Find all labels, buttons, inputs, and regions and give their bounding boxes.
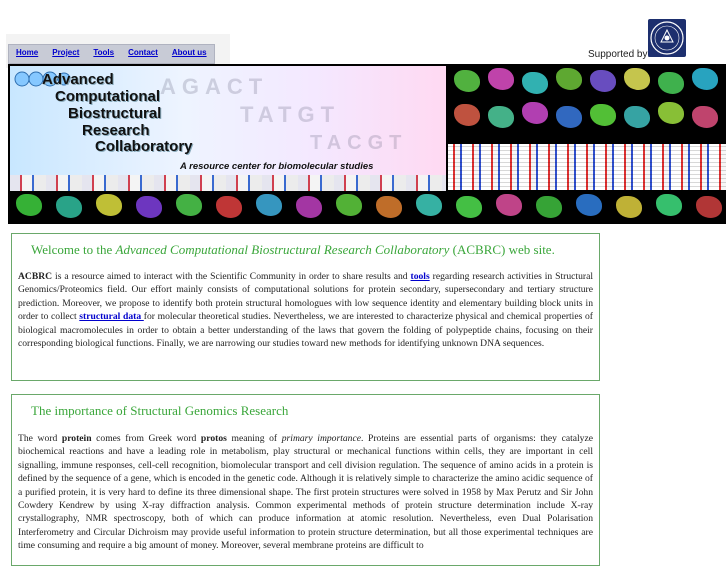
protein-structure-image	[692, 68, 718, 90]
protein-structure-image	[496, 194, 522, 216]
welcome-text: is a resource aimed to interact with the…	[52, 271, 411, 282]
banner-subtitle: A resource center for biomolecular studi…	[180, 161, 374, 172]
banner-title-line: Research	[82, 122, 150, 139]
protein-structure-image	[556, 68, 582, 90]
protein-structure-image	[454, 104, 480, 126]
protein-structure-image	[376, 196, 402, 218]
protein-structure-image	[488, 68, 514, 90]
welcome-panel: Welcome to the Advanced Computational Bi…	[11, 233, 600, 381]
alignment-grid-image	[448, 144, 726, 190]
banner-title-line: Collaboratory	[95, 138, 193, 155]
welcome-heading-text: Welcome to the	[31, 242, 116, 257]
importance-heading: The importance of Structural Genomics Re…	[31, 403, 289, 418]
importance-paragraph: The word protein comes from Greek word p…	[12, 419, 599, 553]
nav-about-us-link[interactable]: About us	[165, 45, 214, 63]
protein-structure-image	[488, 106, 514, 128]
protein-structure-image	[658, 72, 684, 94]
main-navigation: Home Project Tools Contact About us	[8, 44, 215, 64]
tools-link[interactable]: tools	[411, 271, 430, 282]
welcome-heading-suffix: (ACBRC) web site.	[449, 242, 555, 257]
protein-structure-image	[216, 196, 242, 218]
protein-structure-image	[176, 194, 202, 216]
supported-by-label: Supported by:	[588, 49, 651, 60]
protein-structure-image	[692, 106, 718, 128]
seal-emblem-icon	[650, 21, 684, 55]
importance-text: comes from Greek word	[91, 433, 201, 444]
bold-term: protos	[200, 433, 227, 444]
protein-structure-image	[56, 196, 82, 218]
protein-structure-image	[536, 196, 562, 218]
university-seal-logo[interactable]	[648, 19, 686, 57]
protein-structure-image	[416, 194, 442, 216]
importance-text: meaning of	[226, 433, 282, 444]
nav-contact-link[interactable]: Contact	[121, 45, 165, 63]
protein-structure-image	[296, 196, 322, 218]
protein-structure-image	[454, 70, 480, 92]
protein-structure-image	[696, 196, 722, 218]
welcome-paragraph: ACBRC is a resource aimed to interact wi…	[12, 258, 599, 350]
nav-home-link[interactable]: Home	[9, 45, 45, 63]
protein-structure-image	[16, 194, 42, 216]
protein-structure-image	[336, 194, 362, 216]
structural-data-link[interactable]: structural data	[79, 311, 144, 322]
protein-structure-image	[576, 194, 602, 216]
protein-structure-image	[624, 106, 650, 128]
protein-structure-image	[96, 194, 122, 216]
protein-structure-image	[656, 194, 682, 216]
protein-structure-image	[590, 70, 616, 92]
bold-term: protein	[61, 433, 92, 444]
importance-text: The word	[18, 433, 62, 444]
protein-structure-image	[556, 106, 582, 128]
protein-structure-image	[624, 68, 650, 90]
protein-structure-image	[522, 72, 548, 94]
dna-letters-decoration: TATGT	[240, 102, 341, 127]
nav-project-link[interactable]: Project	[45, 45, 86, 63]
welcome-heading-italic: Advanced Computational Biostructural Res…	[115, 242, 450, 257]
banner-title-line: Computational	[55, 88, 160, 105]
acronym-text: ACBRC	[18, 271, 53, 282]
nav-tools-link[interactable]: Tools	[86, 45, 121, 63]
protein-structure-image	[256, 194, 282, 216]
protein-structure-image	[658, 102, 684, 124]
protein-structure-image	[590, 104, 616, 126]
dna-letters-decoration: AGACT	[160, 74, 269, 99]
sequence-alignment-strip	[10, 175, 446, 191]
dna-letters-decoration: TACGT	[310, 132, 408, 154]
importance-text: . Proteins are essential parts of organi…	[18, 433, 593, 552]
banner-title-line: Advanced	[42, 71, 114, 88]
banner-title-panel: AGACT TATGT TACGT Advanced Computational…	[10, 66, 446, 190]
welcome-heading: Welcome to the Advanced Computational Bi…	[12, 234, 599, 258]
project-banner: AGACT TATGT TACGT Advanced Computational…	[8, 64, 726, 224]
italic-term: primary importance	[281, 433, 361, 444]
protein-structure-image	[456, 196, 482, 218]
protein-structure-image	[616, 196, 642, 218]
importance-panel: The importance of Structural Genomics Re…	[11, 394, 600, 566]
protein-structure-image	[522, 102, 548, 124]
protein-structure-image	[136, 196, 162, 218]
banner-title-line: Biostructural	[68, 105, 162, 122]
